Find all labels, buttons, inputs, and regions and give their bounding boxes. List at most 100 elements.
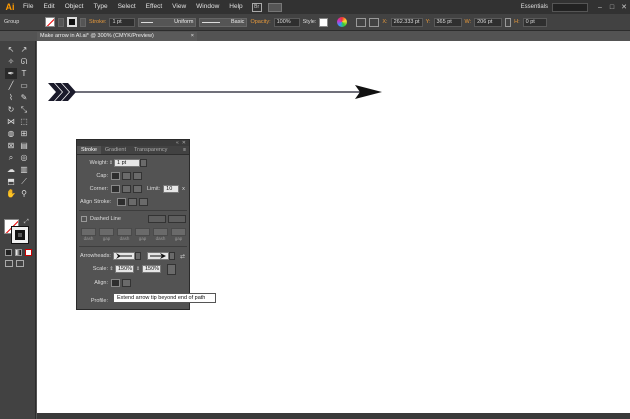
- menu-window[interactable]: Window: [191, 0, 224, 14]
- bridge-icon[interactable]: Br: [251, 2, 262, 12]
- stroke-label[interactable]: Stroke:: [89, 19, 106, 25]
- swap-fill-stroke-icon[interactable]: ⤢: [24, 219, 29, 226]
- align-outside-button[interactable]: [139, 198, 148, 206]
- align-center-button[interactable]: [117, 198, 126, 206]
- artboard-icon[interactable]: ⬒: [5, 176, 17, 187]
- h-field[interactable]: 0 pt: [522, 17, 547, 27]
- type-icon[interactable]: T: [18, 68, 30, 79]
- document-tab[interactable]: Make arrow in AI.ai* @ 300% (CMYK/Previe…: [37, 32, 197, 41]
- column-graph-icon[interactable]: ▥: [18, 164, 30, 175]
- transform-icon[interactable]: [369, 17, 380, 27]
- paintbrush-icon[interactable]: ⌇: [5, 92, 17, 103]
- fill-swatch[interactable]: [45, 17, 55, 27]
- mesh-icon[interactable]: ⊠: [5, 140, 17, 151]
- menu-type[interactable]: Type: [88, 0, 112, 14]
- stroke-swatch[interactable]: [67, 17, 77, 27]
- free-transform-icon[interactable]: ⬚: [18, 116, 30, 127]
- eyedropper-icon[interactable]: ⌕: [5, 152, 17, 163]
- round-join-button[interactable]: [122, 185, 131, 193]
- arrow-artwork[interactable]: [37, 41, 630, 121]
- selection-tool-icon[interactable]: ↖: [5, 44, 17, 55]
- panel-menu-icon[interactable]: ≡: [183, 146, 186, 154]
- x-field[interactable]: 262.333 pt: [390, 17, 423, 27]
- fill-dropdown-icon[interactable]: [58, 17, 64, 27]
- align-icon[interactable]: [356, 17, 367, 27]
- direct-selection-icon[interactable]: ↗: [18, 44, 30, 55]
- round-cap-button[interactable]: [122, 172, 131, 180]
- none-mode-icon[interactable]: [25, 249, 32, 256]
- stroke-box[interactable]: [11, 226, 29, 244]
- scale-start-stepper-icon[interactable]: ⇕: [108, 266, 115, 272]
- stroke-weight-field[interactable]: 1 pt: [109, 17, 136, 27]
- align-inside-button[interactable]: [128, 198, 137, 206]
- menu-help[interactable]: Help: [224, 0, 247, 14]
- start-arrowhead-dropdown-icon[interactable]: [135, 252, 141, 260]
- stroke-dropdown-icon[interactable]: [80, 17, 86, 27]
- bevel-join-button[interactable]: [133, 185, 142, 193]
- screen-mode-icon[interactable]: [16, 260, 24, 267]
- pencil-icon[interactable]: ✎: [18, 92, 30, 103]
- miter-join-button[interactable]: [111, 185, 120, 193]
- blend-icon[interactable]: ◎: [18, 152, 30, 163]
- variable-width-profile-dropdown[interactable]: Uniform: [138, 17, 197, 27]
- shape-builder-icon[interactable]: ◍: [5, 128, 17, 139]
- scale-start-field[interactable]: 150%: [115, 265, 134, 273]
- menu-object[interactable]: Object: [60, 0, 89, 14]
- scale-end-field[interactable]: 150%: [142, 265, 161, 273]
- align-dash-button[interactable]: [168, 215, 186, 223]
- swap-arrowheads-icon[interactable]: ⇄: [180, 253, 185, 260]
- y-field[interactable]: 365 pt: [433, 17, 462, 27]
- limit-field[interactable]: 10: [163, 185, 180, 193]
- menu-select[interactable]: Select: [113, 0, 141, 14]
- recolor-artwork-icon[interactable]: [337, 17, 348, 27]
- rectangle-icon[interactable]: ▭: [18, 80, 30, 91]
- line-icon[interactable]: ╱: [5, 80, 17, 91]
- preserve-dash-button[interactable]: [148, 215, 166, 223]
- constrain-link-icon[interactable]: [505, 17, 512, 27]
- menu-effect[interactable]: Effect: [141, 0, 168, 14]
- arrange-docs-icon[interactable]: [267, 2, 282, 12]
- weight-field[interactable]: 1 pt: [114, 159, 140, 167]
- end-arrowhead-dropdown[interactable]: [147, 252, 169, 260]
- start-arrowhead-dropdown[interactable]: [113, 252, 135, 260]
- link-scale-icon[interactable]: [167, 263, 176, 275]
- menu-view[interactable]: View: [167, 0, 191, 14]
- w-field[interactable]: 206 pt: [474, 17, 503, 27]
- hand-icon[interactable]: ✋: [5, 188, 17, 199]
- projecting-cap-button[interactable]: [133, 172, 142, 180]
- minimize-icon[interactable]: –: [594, 4, 606, 11]
- place-tip-button[interactable]: [122, 279, 131, 287]
- lasso-icon[interactable]: ᘏ: [18, 56, 30, 67]
- menu-file[interactable]: File: [18, 0, 38, 14]
- rotate-icon[interactable]: ↻: [5, 104, 17, 115]
- gradient-mode-icon[interactable]: [15, 249, 22, 256]
- scale-icon[interactable]: ⤡: [18, 104, 30, 115]
- graphic-style-swatch[interactable]: [319, 17, 329, 27]
- gradient-icon[interactable]: ▤: [18, 140, 30, 151]
- close-icon[interactable]: ✕: [618, 3, 630, 11]
- help-search-input[interactable]: [552, 2, 588, 12]
- maximize-icon[interactable]: □: [606, 4, 618, 11]
- collapse-panel-icon[interactable]: «: [176, 140, 179, 146]
- slice-icon[interactable]: ⟋: [18, 176, 30, 187]
- opacity-label[interactable]: Opacity:: [250, 19, 270, 25]
- zoom-icon[interactable]: ⚲: [18, 188, 30, 199]
- tab-gradient[interactable]: Gradient: [101, 146, 130, 154]
- color-mode-icon[interactable]: [5, 249, 12, 256]
- opacity-field[interactable]: 100%: [273, 17, 300, 27]
- perspective-icon[interactable]: ⊞: [18, 128, 30, 139]
- workspace-switcher[interactable]: Essentials: [521, 4, 548, 10]
- width-icon[interactable]: ⋈: [5, 116, 17, 127]
- menu-edit[interactable]: Edit: [38, 0, 59, 14]
- tab-stroke[interactable]: Stroke: [77, 146, 101, 154]
- magic-wand-icon[interactable]: ✧: [5, 56, 17, 67]
- extend-tip-button[interactable]: [111, 279, 120, 287]
- symbol-sprayer-icon[interactable]: ☁: [5, 164, 17, 175]
- brush-definition-dropdown[interactable]: Basic: [199, 17, 248, 27]
- end-arrowhead-dropdown-icon[interactable]: [169, 252, 175, 260]
- dashed-line-checkbox[interactable]: [81, 216, 87, 222]
- butt-cap-button[interactable]: [111, 172, 120, 180]
- pen-icon[interactable]: ✒: [5, 68, 17, 79]
- weight-dropdown[interactable]: [140, 159, 147, 167]
- scale-end-stepper-icon[interactable]: ⇕: [134, 266, 142, 272]
